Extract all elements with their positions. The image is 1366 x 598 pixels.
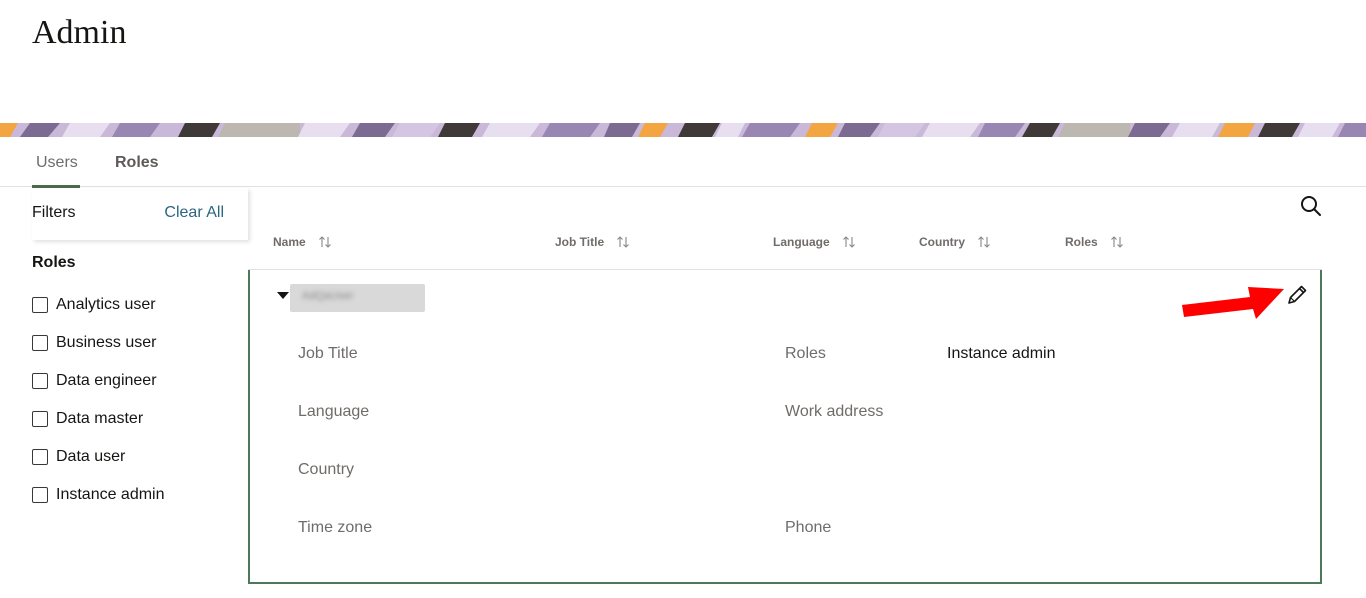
red-arrow-icon	[1182, 287, 1284, 319]
role-filter-label: Data master	[56, 410, 144, 427]
role-filter-instance-admin[interactable]: Instance admin	[32, 484, 165, 506]
column-header-label: Roles	[1065, 235, 1098, 249]
sort-icon	[1110, 236, 1123, 248]
role-filter-business-user[interactable]: Business user	[32, 332, 157, 354]
sort-icon	[318, 236, 331, 248]
caret-down-icon[interactable]	[277, 292, 289, 299]
sort-icon	[978, 236, 990, 248]
role-filter-label: Business user	[56, 334, 157, 351]
language-label: Language	[298, 403, 370, 420]
column-header-name[interactable]: Name	[273, 235, 332, 249]
user-name: AdQaUser	[302, 290, 354, 302]
checkbox[interactable]	[32, 297, 48, 313]
role-filter-analytics-user[interactable]: Analytics user	[32, 294, 156, 316]
redacted-user-name[interactable]: AdQaUser	[290, 284, 425, 312]
filters-panel-header: Filters Clear All	[32, 188, 248, 240]
filters-label: Filters	[32, 204, 76, 221]
role-filter-data-master[interactable]: Data master	[32, 408, 143, 430]
column-header-label: Language	[773, 235, 830, 249]
tab-roles[interactable]: Roles	[115, 154, 159, 172]
search-icon[interactable]	[1298, 193, 1324, 219]
role-filter-label: Data user	[56, 448, 126, 465]
country-label: Country	[298, 461, 355, 478]
role-filter-label: Instance admin	[56, 486, 165, 503]
column-header-job-title[interactable]: Job Title	[555, 235, 630, 249]
page-title: Admin	[32, 14, 127, 51]
roles-filter-heading: Roles	[32, 254, 76, 271]
role-filter-label: Analytics user	[56, 296, 156, 313]
checkbox[interactable]	[32, 411, 48, 427]
column-header-country[interactable]: Country	[919, 235, 991, 249]
checkbox[interactable]	[32, 335, 48, 351]
roles-label: Roles	[785, 345, 826, 362]
role-filter-data-engineer[interactable]: Data engineer	[32, 370, 157, 392]
column-header-label: Name	[273, 235, 306, 249]
decorative-banner	[0, 123, 1366, 137]
role-filter-label: Data engineer	[56, 372, 157, 389]
checkbox[interactable]	[32, 449, 48, 465]
tab-bar: Users Roles	[0, 137, 1366, 188]
job-title-label: Job Title	[298, 345, 358, 362]
checkbox[interactable]	[32, 487, 48, 503]
work-address-label: Work address	[785, 403, 884, 420]
tab-users[interactable]: Users	[36, 154, 78, 172]
column-header-label: Country	[919, 235, 965, 249]
sort-icon	[617, 236, 630, 248]
sort-icon	[842, 236, 855, 248]
pencil-icon[interactable]	[1285, 283, 1309, 307]
role-filter-data-user[interactable]: Data user	[32, 446, 125, 468]
column-header-language[interactable]: Language	[773, 235, 856, 249]
column-header-roles[interactable]: Roles	[1065, 235, 1124, 249]
clear-all-link[interactable]: Clear All	[164, 204, 224, 222]
roles-value: Instance admin	[947, 345, 1056, 362]
column-header-label: Job Title	[555, 235, 605, 249]
time-zone-label: Time zone	[298, 519, 373, 536]
phone-label: Phone	[785, 519, 832, 536]
checkbox[interactable]	[32, 373, 48, 389]
